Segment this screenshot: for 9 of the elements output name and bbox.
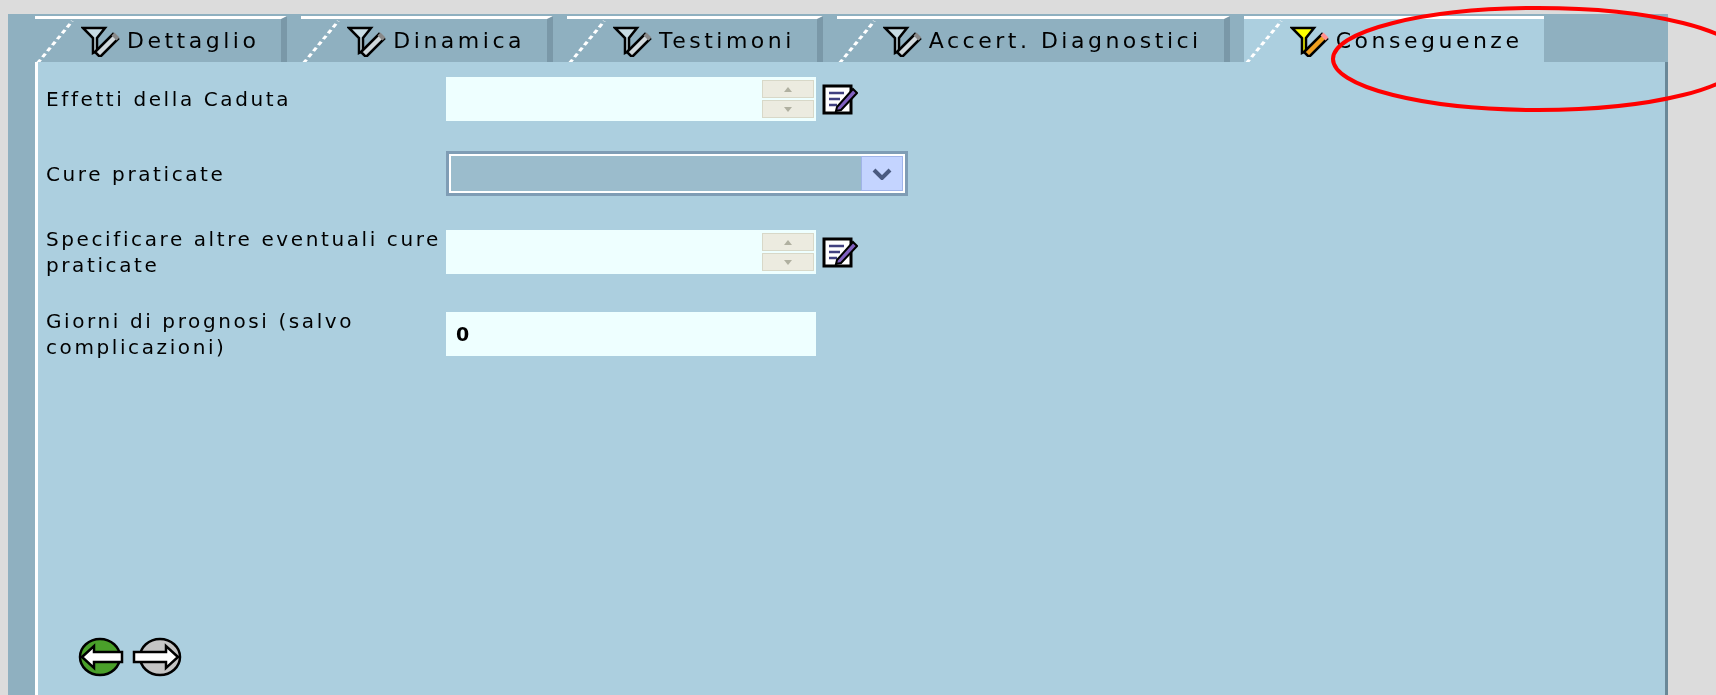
tab[interactable]: Dinamica [301, 16, 553, 62]
field-label: Specificare altre eventuali cure praticate [45, 226, 442, 278]
field-label: Cure praticate [45, 160, 227, 187]
text-field[interactable]: 0 [446, 312, 816, 356]
tab[interactable]: Testimoni [566, 16, 823, 62]
tab[interactable]: Accert. Diagnostici [836, 16, 1230, 62]
tab[interactable]: Dettaglio [35, 16, 288, 62]
field-label: Giorni di prognosi (salvo complicazioni) [45, 308, 356, 360]
field-label: Effetti della Caduta [45, 86, 293, 112]
